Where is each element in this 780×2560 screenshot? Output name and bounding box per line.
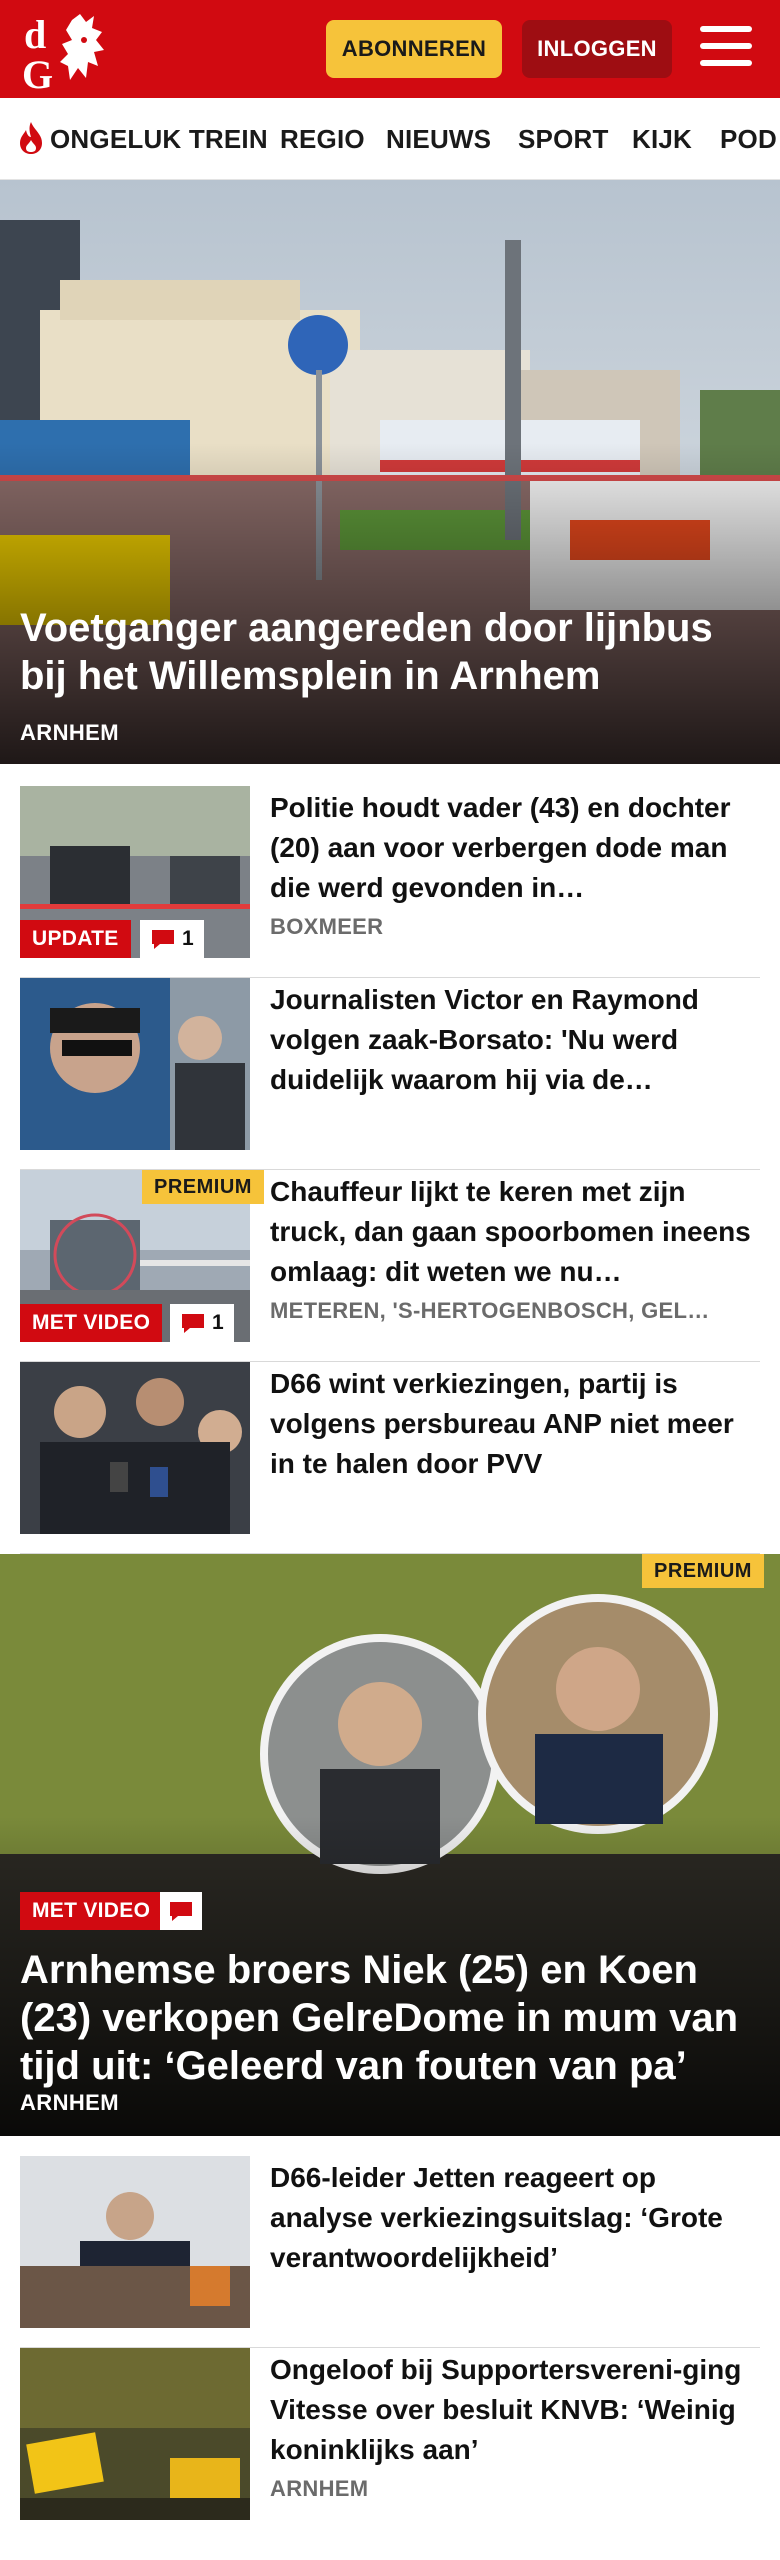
premium-badge: PREMIUM [642,1554,764,1588]
article-title[interactable]: Ongeloof bij Supportersvereni-ging Vites… [270,2350,760,2470]
update-badge: UPDATE [20,920,131,958]
svg-text:G: G [22,52,53,90]
comment-count[interactable]: 1 [140,920,204,958]
article-title[interactable]: Politie houdt vader (43) en dochter (20)… [270,788,760,908]
hero-location: ARNHEM [20,720,119,745]
nav-item-kijk[interactable]: KIJK [632,124,692,155]
article-location: ARNHEM [270,2476,369,2501]
comment-icon [182,1314,204,1333]
feature-article[interactable]: PREMIUM MET VIDEO Arnhemse broers Niek (… [0,1554,780,2136]
list-item[interactable]: Ongeloof bij Supportersvereni-ging Vites… [20,2348,760,2540]
comment-count-value: 1 [212,1311,224,1334]
site-header: d G ABONNEREN INLOGGEN [0,0,780,98]
list-item[interactable]: D66-leider Jetten reageert op analyse ve… [20,2156,760,2348]
article-thumbnail [20,2348,250,2520]
video-badge: MET VIDEO [20,1304,163,1342]
menu-icon[interactable] [700,26,752,72]
login-button[interactable]: INLOGGEN [522,20,672,78]
nav-item-pod[interactable]: POD [720,124,777,155]
nav-item-nieuws[interactable]: NIEUWS [386,124,491,155]
hero-article[interactable]: Voetganger aangereden door lijnbus bij h… [0,180,780,764]
article-thumbnail [20,1362,250,1534]
article-location: METEREN, 'S-HERTOGENBOSCH, GEL… [270,1298,710,1323]
nav-item-regio[interactable]: REGIO [280,124,365,155]
logo-icon[interactable]: d G [20,10,116,97]
flame-icon [20,122,42,154]
svg-text:d: d [24,12,46,57]
list-item[interactable]: PREMIUM MET VIDEO 1 Chauffeur lijkt te k… [20,1170,760,1362]
feature-location: ARNHEM [20,2090,119,2115]
comment-icon [170,1902,192,1921]
comment-badge[interactable] [160,1892,202,1930]
article-location: BOXMEER [270,914,384,939]
section-nav: ONGELUK TREIN REGIO NIEUWS SPORT KIJK PO… [0,98,780,180]
video-badge: MET VIDEO [20,1892,163,1930]
list-item[interactable]: Journalisten Victor en Raymond volgen za… [20,978,760,1170]
article-thumbnail [20,978,250,1150]
nav-item-sport[interactable]: SPORT [518,124,609,155]
list-item[interactable]: UPDATE 1 Politie houdt vader (43) en doc… [20,786,760,978]
article-title[interactable]: D66-leider Jetten reageert op analyse ve… [270,2158,760,2278]
article-thumbnail [20,2156,250,2328]
feature-title[interactable]: Arnhemse broers Niek (25) en Koen (23) v… [20,1946,760,2090]
comment-count-value: 1 [182,927,194,950]
list-item[interactable]: D66 wint verkiezingen, partij is volgens… [20,1362,760,1554]
subscribe-button[interactable]: ABONNEREN [326,20,502,78]
comment-count[interactable]: 1 [170,1304,234,1342]
article-title[interactable]: D66 wint verkiezingen, partij is volgens… [270,1364,760,1484]
comment-icon [152,930,174,949]
article-title[interactable]: Journalisten Victor en Raymond volgen za… [270,980,760,1100]
nav-item-ongeluk-trein[interactable]: ONGELUK TREIN [50,124,268,155]
article-title[interactable]: Chauffeur lijkt te keren met zijn truck,… [270,1172,760,1292]
premium-badge: PREMIUM [142,1170,264,1204]
hero-title[interactable]: Voetganger aangereden door lijnbus bij h… [20,604,760,700]
